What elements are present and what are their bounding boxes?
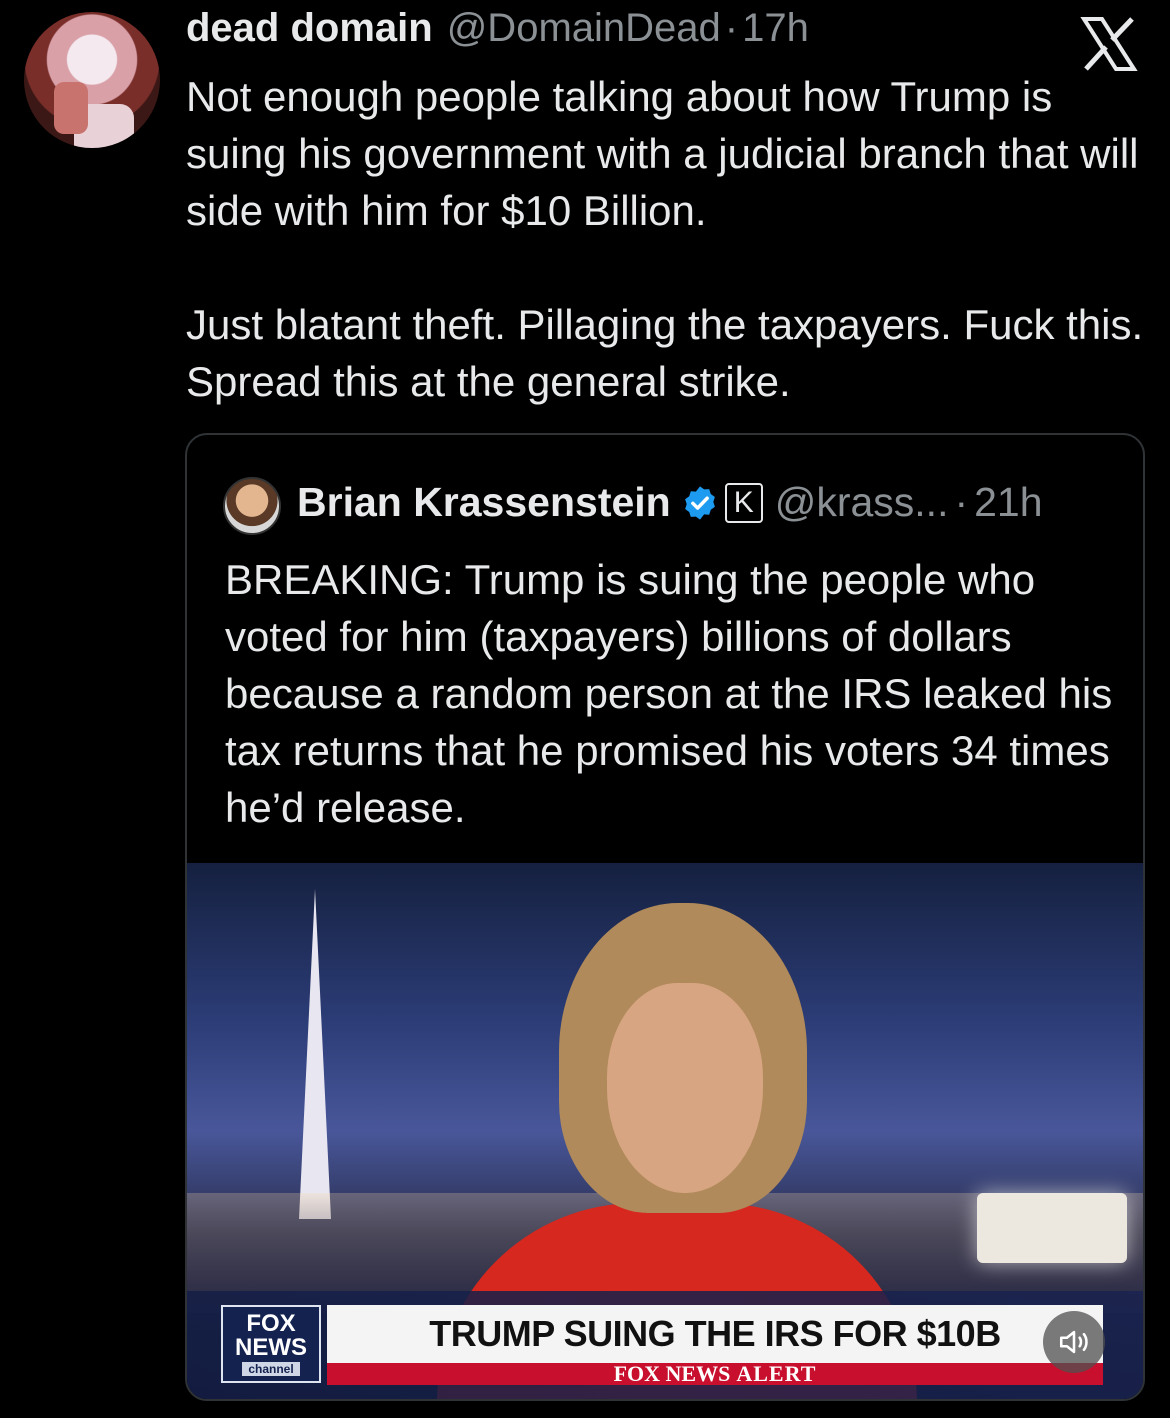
fox-news-logo: FOX NEWS channel xyxy=(221,1305,321,1383)
alert-prefix: FOX NEWS xyxy=(613,1361,731,1386)
quoted-tweet[interactable]: Brian Krassenstein K @krass... · 21h BRE… xyxy=(185,433,1145,1401)
sound-toggle-button[interactable] xyxy=(1043,1311,1105,1373)
washington-monument xyxy=(299,889,331,1219)
logo-line-2: NEWS xyxy=(235,1334,307,1361)
tweet-body: Not enough people talking about how Trum… xyxy=(186,68,1156,410)
anchor-face xyxy=(607,983,763,1193)
affiliate-badge[interactable]: K xyxy=(724,482,763,523)
news-headline: TRUMP SUING THE IRS FOR $10B xyxy=(327,1305,1103,1363)
quoted-header-separator: · xyxy=(954,479,969,525)
tweet-header: dead domain @DomainDead · 17h xyxy=(186,6,809,62)
avatar-hand xyxy=(54,82,88,134)
news-alert-bar: FOX NEWS ALERT xyxy=(327,1361,1103,1386)
author-avatar[interactable] xyxy=(24,12,160,148)
header-separator: · xyxy=(724,6,739,50)
quoted-author-avatar[interactable] xyxy=(223,477,281,535)
alert-word: ALERT xyxy=(736,1361,817,1386)
video-thumbnail[interactable]: FOX NEWS channel TRUMP SUING THE IRS FOR… xyxy=(187,863,1143,1399)
tweet-paragraph-1: Not enough people talking about how Trum… xyxy=(186,73,1139,234)
author-handle[interactable]: @DomainDead xyxy=(447,6,721,51)
author-name[interactable]: dead domain xyxy=(186,6,433,51)
capitol-building xyxy=(977,1193,1127,1263)
logo-line-1: FOX xyxy=(246,1310,296,1337)
quoted-author-name[interactable]: Brian Krassenstein xyxy=(297,479,671,526)
quoted-tweet-header: Brian Krassenstein K @krass... · 21h xyxy=(297,479,1043,526)
verified-badge-icon xyxy=(684,485,715,520)
logo-line-3: channel xyxy=(242,1362,300,1376)
quoted-author-handle[interactable]: @krass... xyxy=(775,479,949,526)
speaker-icon xyxy=(1059,1330,1088,1354)
tweet-paragraph-2: Just blatant theft. Pillaging the taxpay… xyxy=(186,301,1144,405)
x-logo-icon[interactable] xyxy=(1080,16,1138,72)
quoted-tweet-text: BREAKING: Trump is suing the people who … xyxy=(225,556,1113,831)
tweet-time[interactable]: 17h xyxy=(742,6,809,51)
quoted-tweet-time[interactable]: 21h xyxy=(974,479,1042,526)
